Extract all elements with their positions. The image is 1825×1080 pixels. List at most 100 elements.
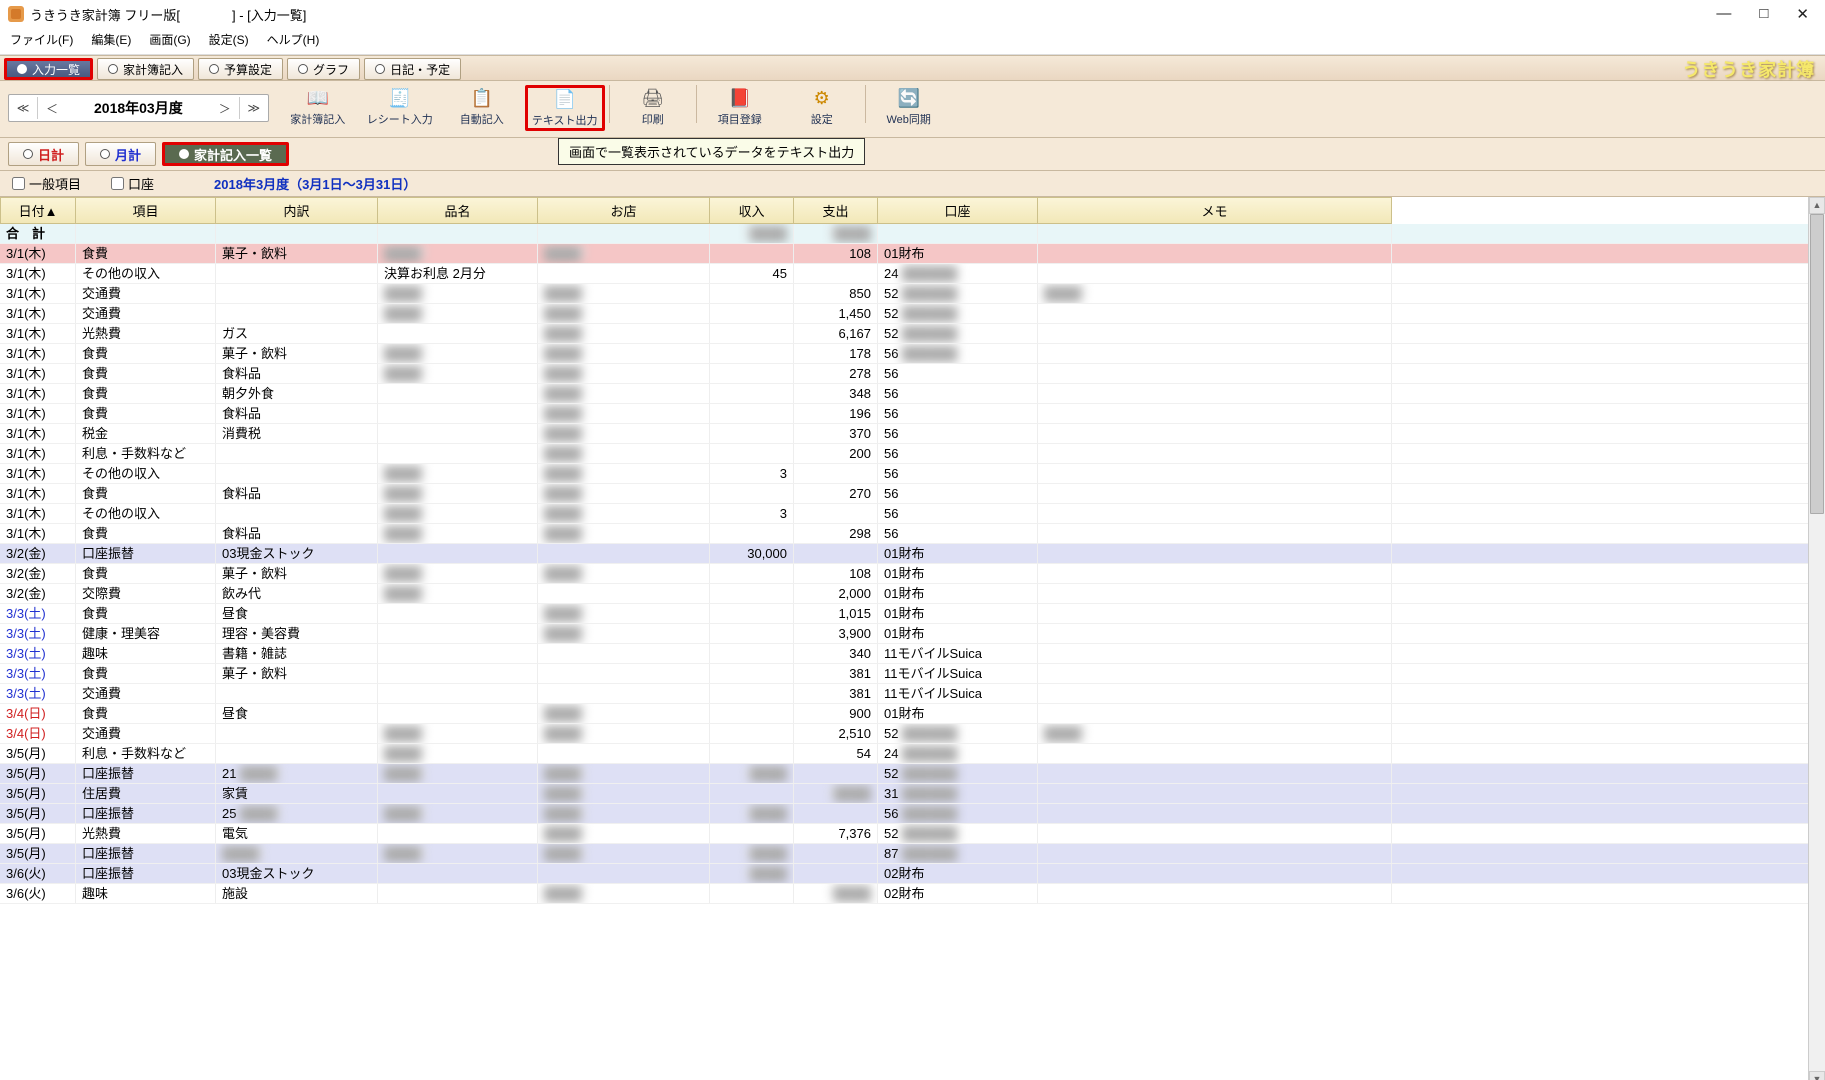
table-row[interactable]: 3/1(木)光熱費ガス████6,16752 ██████ (0, 324, 1808, 344)
column-header[interactable]: 日付▲ (0, 197, 76, 224)
column-header[interactable]: メモ (1038, 197, 1392, 224)
table-row[interactable]: 3/1(木)その他の収入████████356 (0, 464, 1808, 484)
table-row[interactable]: 3/4(日)食費昼食████90001財布 (0, 704, 1808, 724)
income-cell (710, 324, 794, 343)
vertical-scrollbar[interactable]: ▲ ▼ (1808, 197, 1825, 1080)
expense-cell (794, 804, 878, 823)
filter-account-checkbox[interactable] (111, 177, 124, 190)
table-row[interactable]: 3/1(木)食費朝夕外食████34856 (0, 384, 1808, 404)
month-prev-button[interactable]: ＜ (38, 94, 66, 122)
table-row[interactable]: 3/1(木)食費食料品████████29856 (0, 524, 1808, 544)
filter-account[interactable]: 口座 (111, 174, 154, 193)
main-tab[interactable]: グラフ (287, 58, 360, 80)
table-row[interactable]: 3/5(月)口座振替████████████████87 ██████ (0, 844, 1808, 864)
column-header[interactable]: 支出 (794, 197, 878, 224)
table-row[interactable]: 3/5(月)利息・手数料など████5424 ██████ (0, 744, 1808, 764)
table-row[interactable]: 3/1(木)食費食料品████19656 (0, 404, 1808, 424)
month-prev2-button[interactable]: ≪ (9, 94, 37, 122)
account-cell: 56 (878, 384, 1038, 403)
toolbar-receipt-button[interactable]: 🧾レシート入力 (361, 85, 439, 129)
sub-cell (216, 444, 378, 463)
toolbar-reg-button[interactable]: 📕項目登録 (701, 85, 779, 129)
toolbar-set-button[interactable]: ⚙設定 (783, 85, 861, 129)
table-row[interactable]: 3/2(金)食費菓子・飲料████████10801財布 (0, 564, 1808, 584)
table-row[interactable]: 3/1(木)その他の収入決算お利息 2月分4524 ██████ (0, 264, 1808, 284)
table-row[interactable]: 3/1(木)その他の収入████████356 (0, 504, 1808, 524)
scroll-down-icon[interactable]: ▼ (1809, 1071, 1825, 1080)
menu-item[interactable]: 設定(S) (209, 31, 249, 48)
name-cell (378, 884, 538, 903)
table-row[interactable]: 3/1(木)利息・手数料など████20056 (0, 444, 1808, 464)
table-row[interactable]: 3/6(火)趣味施設████████02財布 (0, 884, 1808, 904)
table-row[interactable]: 3/5(月)住居費家賃████████31 ██████ (0, 784, 1808, 804)
memo-cell (1038, 704, 1392, 723)
date-cell: 3/5(月) (0, 824, 76, 843)
table-row[interactable]: 3/3(土)食費昼食████1,01501財布 (0, 604, 1808, 624)
main-tab[interactable]: 日記・予定 (364, 58, 461, 80)
column-header[interactable]: 項目 (76, 197, 216, 224)
table-row[interactable]: 3/5(月)口座振替21 ████████████████52 ██████ (0, 764, 1808, 784)
main-tab[interactable]: 予算設定 (198, 58, 283, 80)
toolbar-web-button[interactable]: 🔄Web同期 (870, 85, 948, 129)
toolbar-book-button[interactable]: 📖家計簿記入 (279, 85, 357, 129)
table-row[interactable]: 3/2(金)口座振替03現金ストック30,00001財布 (0, 544, 1808, 564)
sub-tab[interactable]: 月計 (85, 142, 156, 166)
scroll-up-icon[interactable]: ▲ (1809, 197, 1825, 214)
shop-cell (538, 644, 710, 663)
column-header[interactable]: お店 (538, 197, 710, 224)
sub-cell: 菓子・飲料 (216, 244, 378, 263)
menu-item[interactable]: 画面(G) (149, 31, 190, 48)
expense-cell: 270 (794, 484, 878, 503)
menu-item[interactable]: ヘルプ(H) (267, 31, 320, 48)
sub-tab[interactable]: 日計 (8, 142, 79, 166)
toolbar-print-button[interactable]: 🖨印刷 (614, 85, 692, 129)
date-cell: 3/1(木) (0, 504, 76, 523)
table-row[interactable]: 3/1(木)税金消費税████37056 (0, 424, 1808, 444)
table-row[interactable]: 3/1(木)食費食料品████████27856 (0, 364, 1808, 384)
table-row[interactable]: 3/2(金)交際費飲み代████2,00001財布 (0, 584, 1808, 604)
toolbar-auto-button[interactable]: 📋自動記入 (443, 85, 521, 129)
table-row[interactable]: 3/3(土)趣味書籍・雑誌34011モバイルSuica (0, 644, 1808, 664)
menu-item[interactable]: 編集(E) (91, 31, 131, 48)
menu-item[interactable]: ファイル(F) (10, 31, 73, 48)
sub-tab[interactable]: 家計記入一覧 (162, 142, 289, 166)
sub-cell: 25 ████ (216, 804, 378, 823)
table-row[interactable]: 3/1(木)食費菓子・飲料████████17856 ██████ (0, 344, 1808, 364)
table-row[interactable]: 3/3(土)健康・理美容理容・美容費████3,90001財布 (0, 624, 1808, 644)
table-row[interactable]: 3/1(木)交通費████████85052 ██████████ (0, 284, 1808, 304)
filter-general[interactable]: 一般項目 (12, 174, 81, 193)
minimize-button[interactable]: — (1716, 5, 1731, 23)
table-row[interactable]: 3/5(月)口座振替25 ████████████████56 ██████ (0, 804, 1808, 824)
table-row[interactable]: 3/6(火)口座振替03現金ストック████02財布 (0, 864, 1808, 884)
expense-cell: 340 (794, 644, 878, 663)
table-row[interactable]: 3/3(土)食費菓子・飲料38111モバイルSuica (0, 664, 1808, 684)
column-header[interactable]: 収入 (710, 197, 794, 224)
filter-general-checkbox[interactable] (12, 177, 25, 190)
main-tab[interactable]: 家計簿記入 (97, 58, 194, 80)
toolbar-text-button[interactable]: 📄テキスト出力 (525, 85, 605, 131)
column-header[interactable]: 内訳 (216, 197, 378, 224)
table-row[interactable]: 3/1(木)食費食料品████████27056 (0, 484, 1808, 504)
table-row[interactable]: 3/3(土)交通費38111モバイルSuica (0, 684, 1808, 704)
table-row[interactable]: 3/5(月)光熱費電気████7,37652 ██████ (0, 824, 1808, 844)
expense-cell: 1,015 (794, 604, 878, 623)
date-cell: 3/5(月) (0, 804, 76, 823)
month-next-button[interactable]: ＞ (211, 94, 239, 122)
table-row[interactable]: 3/4(日)交通費████████2,51052 ██████████ (0, 724, 1808, 744)
income-cell (710, 724, 794, 743)
account-cell: 01財布 (878, 244, 1038, 263)
item-cell: 食費 (76, 484, 216, 503)
scroll-thumb[interactable] (1810, 214, 1824, 514)
name-cell (378, 324, 538, 343)
column-header[interactable]: 品名 (378, 197, 538, 224)
table-row[interactable]: 3/1(木)交通費████████1,45052 ██████ (0, 304, 1808, 324)
column-header[interactable]: 口座 (878, 197, 1038, 224)
maximize-button[interactable]: □ (1759, 5, 1768, 23)
main-tab[interactable]: 入力一覧 (4, 58, 93, 80)
memo-cell (1038, 484, 1392, 503)
month-next2-button[interactable]: ≫ (240, 94, 268, 122)
item-cell: 交通費 (76, 684, 216, 703)
table-row[interactable]: 3/1(木)食費菓子・飲料████████10801財布 (0, 244, 1808, 264)
scroll-track[interactable] (1809, 214, 1825, 1071)
close-button[interactable]: ✕ (1796, 5, 1809, 23)
